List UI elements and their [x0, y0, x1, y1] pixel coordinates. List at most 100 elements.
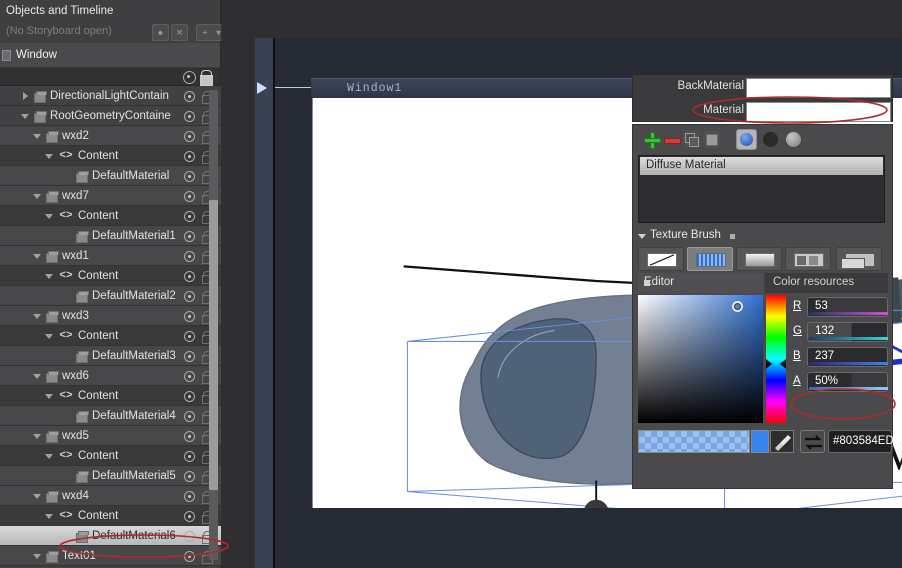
- tree-vertical-scrollbar[interactable]: [209, 90, 218, 560]
- visibility-toggle-icon[interactable]: [184, 551, 195, 562]
- visibility-toggle-icon[interactable]: [184, 291, 195, 302]
- tab-no-brush[interactable]: [638, 247, 684, 271]
- visibility-toggle-icon[interactable]: [184, 151, 195, 162]
- table-row[interactable]: DefaultMaterial: [0, 166, 221, 186]
- chevron-right-icon[interactable]: [20, 91, 30, 101]
- list-item[interactable]: Diffuse Material: [640, 157, 883, 175]
- chevron-down-icon[interactable]: [32, 191, 42, 201]
- sphere-preview-icon[interactable]: [736, 129, 757, 150]
- visibility-toggle-icon[interactable]: [184, 411, 195, 422]
- chevron-down-icon[interactable]: [32, 431, 42, 441]
- table-row[interactable]: DefaultMaterial4: [0, 406, 221, 426]
- table-row[interactable]: <> Content: [0, 506, 221, 526]
- table-row[interactable]: wxd6: [0, 366, 221, 386]
- copy-material-icon[interactable]: [703, 131, 720, 148]
- add-material-icon[interactable]: [643, 131, 661, 149]
- tab-tile-brush[interactable]: [785, 247, 831, 271]
- channel-red-input[interactable]: 53: [807, 297, 888, 317]
- visibility-toggle-icon[interactable]: [184, 311, 195, 322]
- visibility-toggle-icon[interactable]: [184, 251, 195, 262]
- tab-solid-color-brush[interactable]: [687, 247, 733, 271]
- visibility-toggle-icon[interactable]: [184, 131, 195, 142]
- chevron-down-icon[interactable]: [44, 331, 54, 341]
- material-list[interactable]: Diffuse Material: [638, 155, 885, 223]
- tab-gradient-brush[interactable]: [736, 247, 782, 271]
- saturation-value-square[interactable]: [638, 295, 763, 423]
- table-row[interactable]: wxd2: [0, 126, 221, 146]
- channel-green-input[interactable]: 132: [807, 322, 888, 342]
- table-row[interactable]: DefaultMaterial2: [0, 286, 221, 306]
- visibility-toggle-icon[interactable]: [184, 511, 195, 522]
- chevron-down-icon[interactable]: [44, 451, 54, 461]
- table-row[interactable]: <> Content: [0, 446, 221, 466]
- chevron-down-icon[interactable]: [32, 371, 42, 381]
- guide-marker-icon[interactable]: [257, 82, 267, 94]
- tab-color-resources[interactable]: Color resources: [765, 273, 888, 293]
- scene-root-row[interactable]: Window: [0, 44, 220, 68]
- visibility-toggle-icon[interactable]: [184, 111, 195, 122]
- chevron-down-icon[interactable]: [638, 234, 646, 239]
- chevron-down-icon[interactable]: [32, 311, 42, 321]
- hazard-preview-icon[interactable]: ▲: [762, 131, 779, 148]
- visibility-toggle-icon[interactable]: [184, 271, 195, 282]
- table-row[interactable]: <> Content: [0, 386, 221, 406]
- table-row[interactable]: <> Content: [0, 146, 221, 166]
- chevron-down-icon[interactable]: [32, 551, 42, 561]
- visibility-toggle-icon[interactable]: [184, 391, 195, 402]
- chevron-down-icon[interactable]: [44, 211, 54, 221]
- table-row[interactable]: wxd3: [0, 306, 221, 326]
- visibility-toggle-icon[interactable]: [184, 351, 195, 362]
- table-row[interactable]: <> Content: [0, 206, 221, 226]
- storyboard-add-button[interactable]: +: [196, 24, 214, 41]
- chevron-down-icon[interactable]: [32, 491, 42, 501]
- chevron-down-icon[interactable]: [32, 251, 42, 261]
- table-row[interactable]: DirectionalLightContain: [0, 86, 221, 106]
- backmaterial-field[interactable]: [746, 78, 891, 98]
- advanced-options-icon[interactable]: [730, 234, 735, 239]
- storyboard-close-button[interactable]: ✕: [171, 24, 188, 41]
- table-row[interactable]: DefaultMaterial5: [0, 466, 221, 486]
- channel-blue-input[interactable]: 237: [807, 347, 888, 367]
- chevron-down-icon[interactable]: [44, 391, 54, 401]
- eyedropper-icon[interactable]: [770, 430, 794, 453]
- table-row[interactable]: wxd5: [0, 426, 221, 446]
- table-row[interactable]: DefaultMaterial3: [0, 346, 221, 366]
- table-row[interactable]: RootGeometryContaine: [0, 106, 221, 126]
- table-row[interactable]: DefaultMaterial6: [0, 526, 221, 546]
- visibility-toggle-icon[interactable]: [184, 231, 195, 242]
- storyboard-record-button[interactable]: ●: [152, 24, 169, 41]
- chevron-down-icon[interactable]: [20, 111, 30, 121]
- globe-preview-icon[interactable]: [785, 131, 802, 148]
- chevron-down-icon[interactable]: [44, 151, 54, 161]
- sv-cursor-handle[interactable]: [732, 301, 743, 312]
- chevron-down-icon[interactable]: [44, 511, 54, 521]
- duplicate-material-icon[interactable]: [683, 131, 700, 148]
- table-row[interactable]: wxd4: [0, 486, 221, 506]
- object-tree-scroll[interactable]: DirectionalLightContain RootGeometryConta…: [0, 86, 221, 568]
- visibility-toggle-icon[interactable]: [184, 491, 195, 502]
- visibility-toggle-icon[interactable]: [184, 471, 195, 482]
- table-row[interactable]: wxd1: [0, 246, 221, 266]
- solid-preview-swatch[interactable]: [751, 430, 769, 453]
- table-row[interactable]: <> Content: [0, 326, 221, 346]
- tab-visual-brush[interactable]: [836, 247, 882, 271]
- table-row[interactable]: Text01: [0, 546, 221, 566]
- table-row[interactable]: wxd7: [0, 186, 221, 206]
- visibility-toggle-icon[interactable]: [184, 371, 195, 382]
- material-field[interactable]: [746, 102, 891, 122]
- visibility-toggle-icon[interactable]: [184, 531, 195, 542]
- visibility-toggle-icon[interactable]: [184, 91, 195, 102]
- chevron-down-icon[interactable]: [32, 131, 42, 141]
- table-row[interactable]: DefaultMaterial1: [0, 226, 221, 246]
- swap-colors-icon[interactable]: [800, 430, 825, 453]
- table-row[interactable]: <> Content: [0, 266, 221, 286]
- visibility-toggle-icon[interactable]: [184, 331, 195, 342]
- tree-scrollbar-thumb[interactable]: [209, 200, 218, 490]
- visibility-toggle-icon[interactable]: [184, 171, 195, 182]
- channel-alpha-input[interactable]: 50%: [807, 372, 888, 392]
- visibility-toggle-icon[interactable]: [184, 211, 195, 222]
- chevron-down-icon[interactable]: [44, 271, 54, 281]
- visibility-toggle-icon[interactable]: [184, 191, 195, 202]
- pin-icon[interactable]: [644, 280, 650, 286]
- visibility-toggle-icon[interactable]: [184, 431, 195, 442]
